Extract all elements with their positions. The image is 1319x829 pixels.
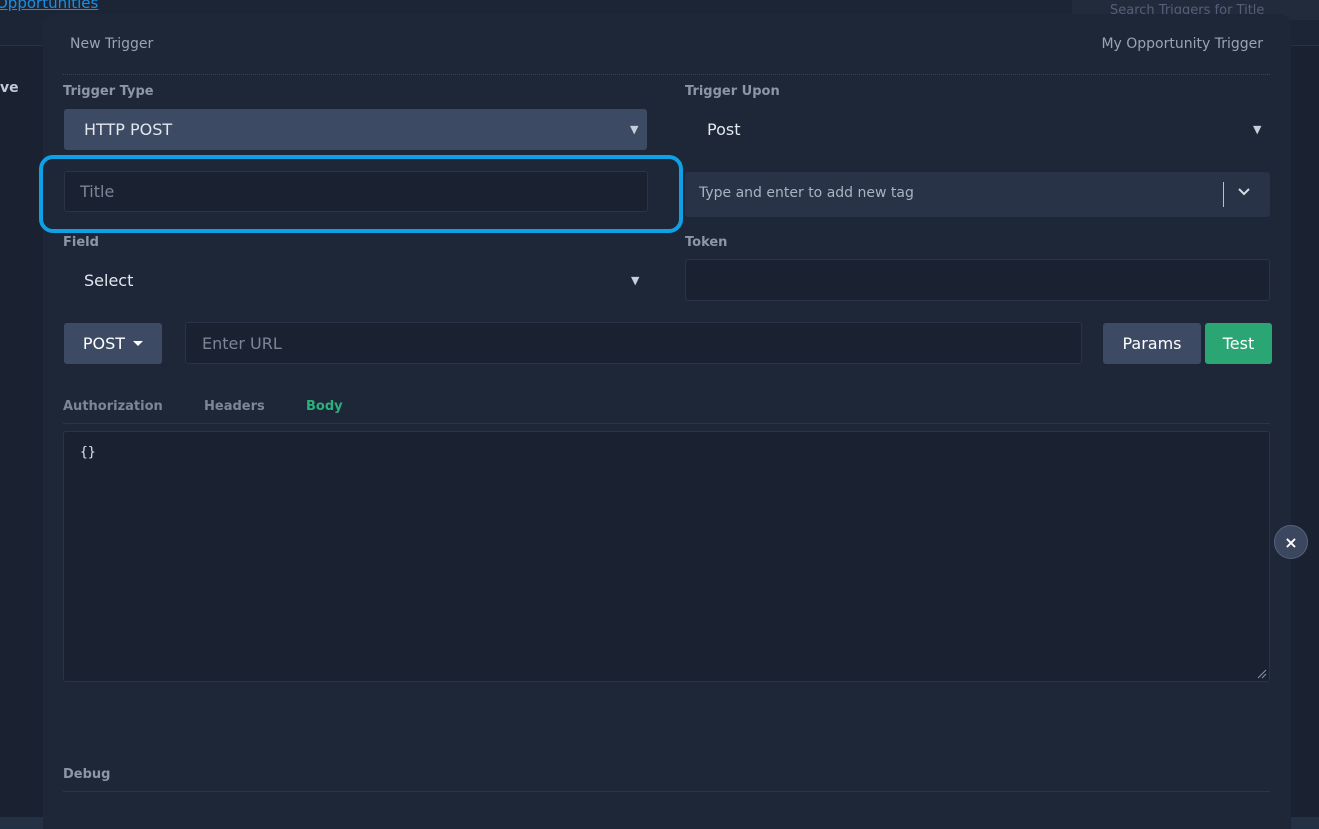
tab-authorization[interactable]: Authorization xyxy=(63,399,163,414)
method-label: POST xyxy=(82,334,126,353)
tab-body[interactable]: Body xyxy=(306,399,343,414)
trigger-type-value: HTTP POST xyxy=(84,120,173,139)
resize-grip-icon[interactable] xyxy=(1257,669,1267,679)
caret-down-icon: ▼ xyxy=(631,274,640,287)
method-dropdown-button[interactable]: POST xyxy=(64,323,162,364)
close-modal-button[interactable]: × xyxy=(1274,525,1308,559)
caret-down-icon: ▼ xyxy=(630,123,639,136)
opportunities-link[interactable]: Opportunities xyxy=(0,0,98,12)
caret-down-icon: ▼ xyxy=(1253,123,1262,136)
trigger-modal: New Trigger My Opportunity Trigger Trigg… xyxy=(39,14,1291,829)
tags-separator xyxy=(1223,182,1224,207)
tab-headers[interactable]: Headers xyxy=(204,399,265,414)
trigger-type-label: Trigger Type xyxy=(63,84,154,99)
token-label: Token xyxy=(685,235,728,250)
trigger-type-select[interactable]: HTTP POST ▼ xyxy=(64,109,647,150)
test-button[interactable]: Test xyxy=(1205,323,1272,364)
tags-placeholder: Type and enter to add new tag xyxy=(699,185,914,201)
trigger-upon-value: Post xyxy=(707,120,741,139)
trigger-upon-select[interactable]: Post ▼ xyxy=(685,109,1271,150)
body-editor[interactable]: {} xyxy=(63,431,1270,682)
chevron-down-icon[interactable] xyxy=(1236,183,1252,203)
header-divider xyxy=(63,74,1270,75)
token-input[interactable] xyxy=(685,259,1270,301)
tags-input[interactable]: Type and enter to add new tag xyxy=(685,172,1270,217)
modal-title: New Trigger xyxy=(70,36,154,52)
close-icon: × xyxy=(1284,532,1298,552)
debug-divider xyxy=(63,791,1270,792)
field-select[interactable]: Select ▼ xyxy=(63,260,649,301)
field-label: Field xyxy=(63,235,99,250)
body-content: {} xyxy=(80,445,96,460)
trigger-name: My Opportunity Trigger xyxy=(1101,36,1263,52)
caret-down-icon xyxy=(133,341,144,346)
background-side-text: ve xyxy=(0,80,19,96)
field-value: Select xyxy=(84,271,134,290)
title-input[interactable] xyxy=(64,171,648,212)
params-button[interactable]: Params xyxy=(1103,323,1201,364)
trigger-upon-label: Trigger Upon xyxy=(685,84,780,99)
tabs-divider xyxy=(63,423,1270,424)
debug-label: Debug xyxy=(63,767,111,782)
url-input[interactable] xyxy=(185,322,1082,364)
